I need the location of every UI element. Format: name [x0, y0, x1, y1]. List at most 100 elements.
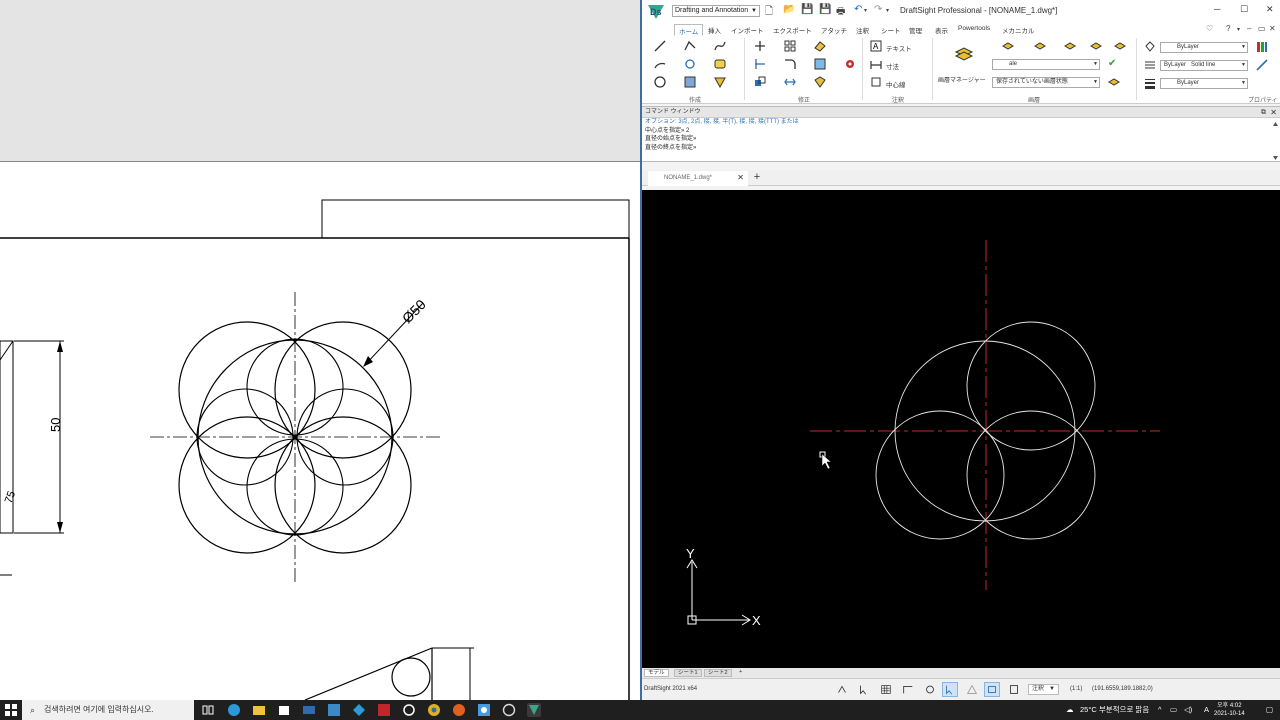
chrome-icon[interactable]	[427, 703, 441, 717]
lineweight-icon[interactable]	[1144, 77, 1156, 89]
tab-powertools[interactable]: Powertools	[954, 24, 994, 36]
drawing-viewport[interactable]: Y X	[642, 190, 1280, 668]
paint-bucket-icon[interactable]	[1144, 41, 1156, 53]
app-icon-2[interactable]	[352, 703, 366, 717]
taskbar-search-input[interactable]: ⌕ 검색하려면 여기에 입력하십시오.	[22, 700, 194, 720]
favorite-icon[interactable]: ♡	[1206, 24, 1213, 33]
workspace-select[interactable]: Drafting and Annotation ▼	[672, 5, 760, 17]
ribbon-restore-icon[interactable]: ▭	[1258, 24, 1266, 33]
array-icon[interactable]	[784, 40, 796, 52]
ime-indicator[interactable]: A	[1204, 700, 1209, 720]
linestyle-icon[interactable]	[1144, 59, 1156, 71]
tab-export[interactable]: エクスポート	[769, 24, 816, 36]
centerline-icon[interactable]	[870, 76, 882, 88]
layer-select[interactable]: ale ▼	[992, 59, 1100, 70]
minimize-button[interactable]: ─	[1214, 4, 1220, 14]
lineweight-display-icon[interactable]	[984, 682, 1000, 697]
layer-manager-label[interactable]: 画層マネージャー	[938, 75, 986, 84]
pin-icon[interactable]: ⧉	[1261, 107, 1266, 118]
layer-icon-3[interactable]	[1064, 40, 1076, 52]
snap-icon[interactable]	[834, 682, 850, 697]
copy-icon[interactable]	[754, 76, 766, 88]
undo-icon[interactable]: ↶	[854, 4, 862, 15]
new-tab-button[interactable]: +	[750, 171, 764, 185]
layer-icon-2[interactable]	[1034, 40, 1046, 52]
layer-manager-icon[interactable]	[954, 44, 974, 64]
maximize-button[interactable]: ☐	[1240, 4, 1248, 15]
notifications-icon[interactable]: ▢	[1266, 700, 1273, 720]
open-folder-icon[interactable]: 📂	[783, 4, 795, 15]
file-explorer-icon[interactable]	[252, 703, 266, 717]
layer-icon-1[interactable]	[1002, 40, 1014, 52]
help-icon[interactable]: ?	[1226, 24, 1230, 33]
tab-import[interactable]: インポート	[727, 24, 768, 36]
print-icon[interactable]: 🖶	[836, 4, 845, 21]
explode-icon[interactable]	[814, 76, 826, 88]
firefox-icon[interactable]	[452, 703, 466, 717]
layer-state-select[interactable]: 保存されていない画層状態 ▼	[992, 77, 1100, 88]
spline-icon[interactable]	[714, 40, 726, 52]
save-as-icon[interactable]: 💾	[819, 4, 831, 15]
line-icon[interactable]	[654, 40, 666, 52]
layout-tab-add[interactable]: +	[736, 669, 745, 677]
check-icon[interactable]: ✔	[1108, 58, 1116, 69]
edge-browser-icon[interactable]	[227, 703, 241, 717]
quick-input-icon[interactable]	[1006, 682, 1022, 697]
dimension-icon[interactable]	[870, 58, 882, 70]
mail-icon[interactable]	[302, 703, 316, 717]
layer-icon-4[interactable]	[1090, 40, 1102, 52]
text-label[interactable]: テキスト	[886, 43, 912, 53]
close-window-button[interactable]: ✕	[1266, 4, 1274, 15]
tab-manage[interactable]: 管理	[905, 24, 926, 36]
save-icon[interactable]: 💾	[801, 4, 813, 15]
dimension-label[interactable]: 寸法	[886, 61, 899, 71]
weather-status[interactable]: 25°C 부분적으로 맑음	[1080, 700, 1149, 720]
layout-tab-model[interactable]: モデル	[644, 669, 669, 677]
windows-start-icon[interactable]	[4, 703, 18, 717]
arc-icon[interactable]	[654, 58, 666, 70]
tab-annotate[interactable]: 注釈	[852, 24, 873, 36]
fillet-icon[interactable]	[784, 58, 796, 70]
linestyle-select[interactable]: ByLayer Solid line ▼	[1160, 60, 1248, 71]
circle-icon[interactable]	[654, 76, 666, 88]
centerline-label[interactable]: 中心線	[886, 79, 906, 89]
ribbon-minimize-icon[interactable]: –	[1247, 24, 1251, 33]
match-properties-icon[interactable]	[1256, 59, 1268, 71]
layer-icon-6[interactable]	[1108, 76, 1120, 88]
layout-tab-sheet2[interactable]: シート2	[704, 669, 732, 677]
model-space-canvas[interactable]: Y X	[642, 190, 1280, 668]
entity-snap-icon[interactable]	[942, 682, 958, 697]
scale-icon[interactable]	[814, 58, 826, 70]
command-scrollbar[interactable]	[1272, 121, 1279, 161]
tracking-icon[interactable]	[964, 682, 980, 697]
app-icon-5[interactable]	[502, 703, 516, 717]
volume-icon[interactable]: ◁)	[1184, 700, 1192, 720]
draftsight-taskbar-icon[interactable]	[527, 703, 541, 717]
tab-mechanical[interactable]: メカニカル	[998, 24, 1039, 36]
tab-sheet[interactable]: シート	[877, 24, 905, 36]
app-icon-3[interactable]	[402, 703, 416, 717]
polar-icon[interactable]	[922, 682, 938, 697]
lineweight-select[interactable]: ByLayer ▼	[1160, 78, 1248, 89]
annotation-scale[interactable]: (1:1)	[1070, 686, 1082, 692]
app-icon-4[interactable]	[477, 703, 491, 717]
tab-insert[interactable]: 挿入	[704, 24, 725, 36]
triangle-icon[interactable]	[714, 76, 726, 88]
hatch-icon[interactable]	[684, 76, 696, 88]
new-file-icon[interactable]: 🗋	[765, 4, 773, 21]
tab-home[interactable]: ホーム	[674, 24, 704, 36]
cursor-snap-icon[interactable]	[856, 682, 872, 697]
network-icon[interactable]: ▭	[1170, 700, 1177, 720]
tray-chevron-icon[interactable]: ^	[1158, 700, 1162, 720]
close-tab-icon[interactable]: ✕	[737, 171, 744, 185]
app-icon-1[interactable]	[327, 703, 341, 717]
trim-icon[interactable]	[754, 58, 766, 70]
color-bars-icon[interactable]	[1256, 41, 1268, 53]
task-view-icon[interactable]	[201, 703, 215, 717]
help-dropdown-icon[interactable]: ▾	[1237, 26, 1240, 33]
document-tab[interactable]: NONAME_1.dwg* ✕	[648, 171, 748, 186]
layer-icon-5[interactable]	[1114, 40, 1126, 52]
acrobat-icon[interactable]	[377, 703, 391, 717]
ribbon-close-icon[interactable]: ✕	[1269, 24, 1276, 33]
ortho-icon[interactable]	[900, 682, 916, 697]
